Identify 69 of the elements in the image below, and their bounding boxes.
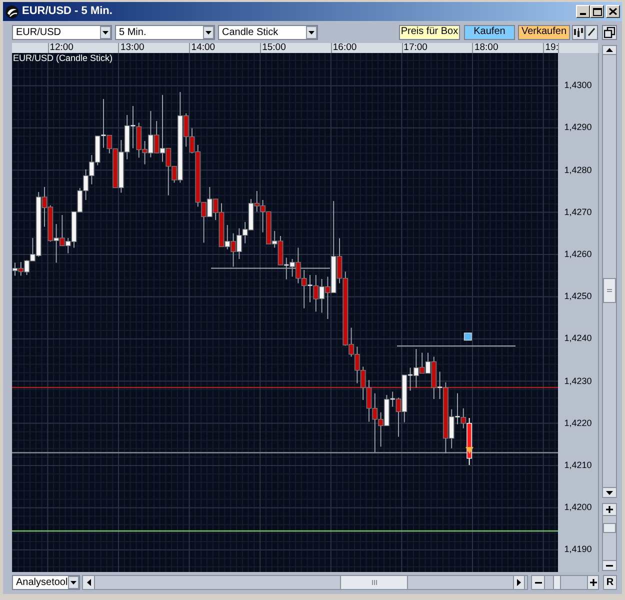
price-label: 1,4220 [564, 418, 592, 428]
time-label: 19: [545, 43, 558, 53]
draw-line-button[interactable] [585, 24, 598, 40]
zoom-out-button[interactable] [602, 560, 617, 571]
price-label: 1,4210 [564, 460, 592, 470]
maximize-icon [592, 8, 602, 16]
price-label: 1,4230 [564, 376, 592, 386]
chart-style-button[interactable] [572, 24, 585, 40]
restore-button[interactable] [602, 24, 617, 40]
left-arrow-icon [86, 579, 90, 586]
scrollbar-thumb[interactable] [340, 576, 408, 589]
price-label: 1,4260 [564, 250, 592, 259]
zoom-slider-thumb[interactable] [603, 523, 616, 533]
up-arrow-icon [606, 48, 613, 52]
restore-icon [604, 26, 615, 38]
sell-button[interactable]: Verkaufen [518, 24, 570, 40]
close-icon [609, 8, 617, 15]
price-label: 1,4280 [564, 166, 592, 175]
close-button[interactable] [606, 5, 620, 18]
horizontal-scrollbar[interactable] [82, 575, 528, 590]
price-label: 1,4190 [564, 545, 592, 554]
analysis-tool-dropdown[interactable]: Analysetool [12, 575, 80, 590]
plus-icon [606, 506, 613, 513]
triangle-marker-icon [466, 447, 474, 454]
price-box-button[interactable]: Preis für Box [399, 24, 460, 40]
window-title: EUR/USD - 5 Min. [22, 6, 112, 17]
interval-dropdown[interactable]: 5 Min. [115, 24, 215, 40]
zoom-in-button[interactable] [587, 575, 599, 590]
vertical-scrollbar[interactable] [602, 55, 617, 487]
chart-caption: EUR/USD (Candle Stick) [13, 54, 113, 63]
plus-icon [590, 579, 596, 586]
grip-icon [372, 580, 376, 585]
diagonal-line-icon [588, 28, 595, 36]
time-label: 16:00 [332, 43, 357, 53]
scroll-left-button[interactable] [83, 576, 95, 589]
down-arrow-icon [606, 490, 613, 494]
price-label: 1,4240 [564, 334, 592, 344]
time-label: 17:00 [404, 43, 428, 53]
price-label: 1,4200 [564, 503, 592, 512]
minus-icon [606, 564, 613, 566]
scroll-up-button[interactable] [602, 45, 617, 55]
maximize-button[interactable] [590, 5, 604, 18]
time-label: 13:00 [120, 43, 144, 53]
time-label: 14:00 [191, 43, 216, 53]
zoom-slider-thumb[interactable] [553, 576, 561, 589]
time-label: 18:00 [474, 43, 498, 53]
minimize-icon [580, 13, 586, 15]
time-label: 12:00 [50, 43, 74, 53]
price-label: 1,4290 [564, 123, 592, 132]
candlestick-icon [574, 28, 583, 36]
scroll-right-button[interactable] [513, 576, 525, 589]
right-arrow-icon [517, 579, 521, 586]
price-label: 1,4250 [564, 292, 592, 302]
price-label: 1,4300 [564, 81, 592, 90]
square-marker-icon [464, 332, 472, 341]
price-label: 1,4270 [564, 208, 592, 217]
zoom-out-button[interactable] [531, 575, 545, 590]
chart-type-dropdown[interactable]: Candle Stick [218, 24, 318, 40]
scrollbar-thumb[interactable] [603, 278, 616, 303]
minus-icon [534, 582, 542, 584]
symbol-dropdown[interactable]: EUR/USD [12, 24, 112, 40]
time-label: 15:00 [262, 43, 286, 53]
app-logo-icon [5, 4, 19, 18]
grip-icon [607, 289, 612, 292]
buy-button[interactable]: Kaufen [464, 24, 515, 40]
zoom-in-button[interactable] [602, 503, 617, 516]
reset-button[interactable]: R [603, 575, 617, 590]
scroll-down-button[interactable] [602, 487, 617, 498]
minimize-button[interactable] [576, 5, 590, 18]
